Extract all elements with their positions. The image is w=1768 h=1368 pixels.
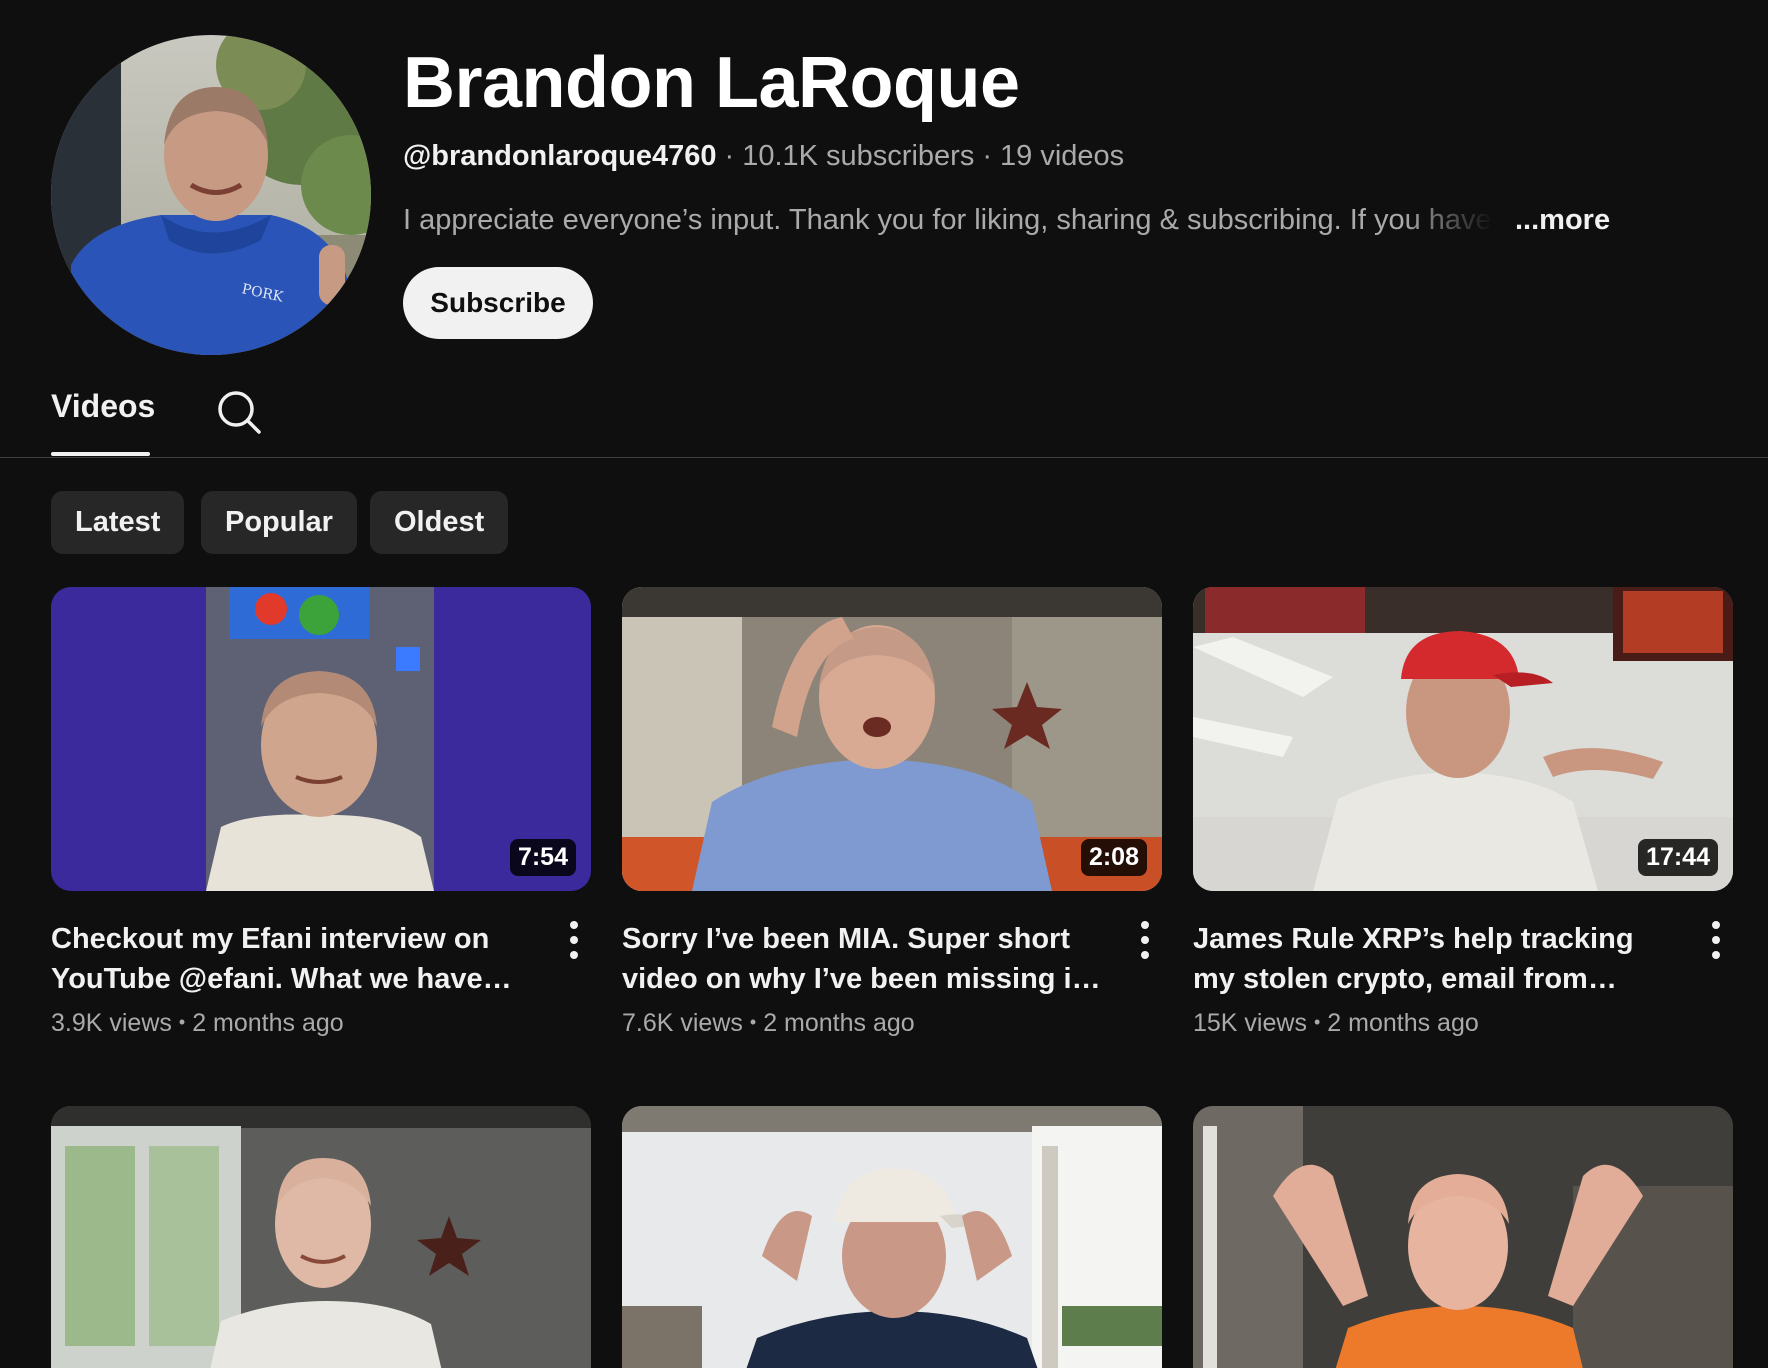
meta-dot: • [749, 1012, 757, 1032]
video-thumbnail[interactable]: 7:54 [51, 587, 591, 891]
meta-separator: · [724, 140, 735, 172]
video-duration: 7:54 [509, 839, 576, 876]
subscribe-button[interactable]: Subscribe [403, 267, 593, 339]
video-views: 15K views [1193, 1009, 1307, 1037]
video-age: 2 months ago [763, 1009, 915, 1037]
tabs-divider [0, 457, 1768, 458]
video-thumbnail[interactable] [51, 1106, 591, 1368]
filter-chip-popular[interactable]: Popular [201, 491, 357, 554]
video-title[interactable]: Sorry I’ve been MIA. Super short video o… [622, 919, 1112, 999]
search-icon[interactable] [215, 388, 263, 436]
description-more-link[interactable]: ...more [1515, 204, 1610, 237]
channel-page: PORK Brandon LaRoque @brandonlaroque4760… [0, 0, 1768, 1368]
video-card[interactable] [51, 1106, 591, 1368]
video-count: 19 videos [1000, 140, 1125, 172]
video-thumbnail[interactable] [1193, 1106, 1733, 1368]
video-duration: 17:44 [1638, 839, 1718, 876]
video-stats: 15K views • 2 months ago [1193, 1009, 1479, 1038]
video-views: 3.9K views [51, 1009, 172, 1037]
video-card[interactable]: 2:08 Sorry I’ve been MIA. Super short vi… [622, 587, 1162, 1037]
video-thumbnail[interactable] [622, 1106, 1162, 1368]
meta-separator: · [982, 140, 992, 172]
subscriber-count: 10.1K subscribers [742, 140, 975, 172]
video-options-icon[interactable] [557, 917, 591, 963]
filter-chip-oldest[interactable]: Oldest [370, 491, 509, 554]
video-card[interactable]: 17:44 James Rule XRP’s help tracking my … [1193, 587, 1733, 1037]
tab-videos[interactable]: Videos [51, 388, 155, 425]
video-stats: 7.6K views • 2 months ago [622, 1009, 915, 1038]
filter-chip-latest[interactable]: Latest [51, 491, 185, 554]
avatar-photo: PORK [51, 35, 371, 355]
meta-dot: • [178, 1012, 186, 1032]
channel-description[interactable]: I appreciate everyone’s input. Thank you… [403, 204, 1503, 237]
video-title[interactable]: James Rule XRP’s help tracking my stolen… [1193, 919, 1683, 999]
channel-meta: @brandonlaroque4760 · 10.1K subscribers · 19… [403, 140, 1124, 173]
channel-avatar[interactable]: PORK [51, 35, 371, 355]
video-thumbnail[interactable]: 2:08 [622, 587, 1162, 891]
video-stats: 3.9K views • 2 months ago [51, 1009, 344, 1038]
video-age: 2 months ago [192, 1009, 344, 1037]
video-card[interactable] [622, 1106, 1162, 1368]
video-age: 2 months ago [1327, 1009, 1479, 1037]
video-card[interactable]: 7:54 Checkout my Efani interview on YouT… [51, 587, 591, 1037]
video-views: 7.6K views [622, 1009, 743, 1037]
video-duration: 2:08 [1080, 839, 1147, 876]
video-options-icon[interactable] [1128, 917, 1162, 963]
description-text: I appreciate everyone’s input. Thank you… [403, 204, 1503, 236]
video-title[interactable]: Checkout my Efani interview on YouTube @… [51, 919, 541, 999]
active-tab-indicator [51, 452, 150, 456]
video-options-icon[interactable] [1699, 917, 1733, 963]
channel-name: Brandon LaRoque [403, 43, 1020, 123]
meta-dot: • [1313, 1012, 1321, 1032]
video-thumbnail[interactable]: 17:44 [1193, 587, 1733, 891]
video-card[interactable] [1193, 1106, 1733, 1368]
channel-handle[interactable]: @brandonlaroque4760 [403, 140, 717, 172]
